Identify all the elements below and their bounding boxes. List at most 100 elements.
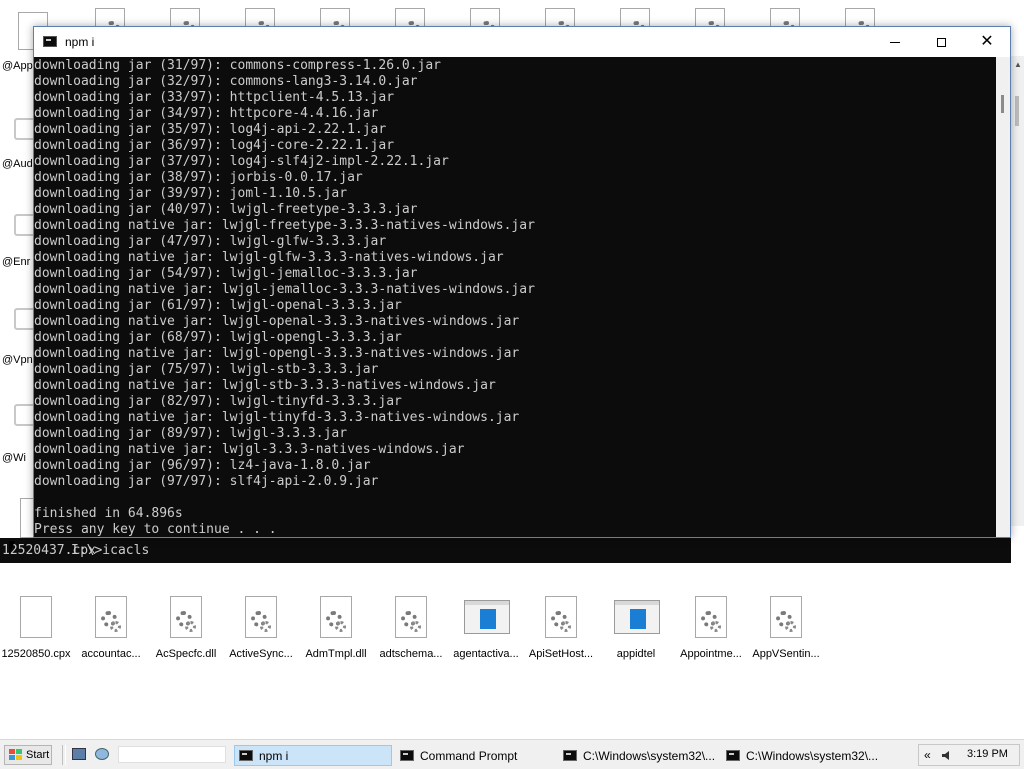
desktop-icon[interactable]: accountac... [75, 596, 147, 666]
console-line: downloading native jar: lwjgl-tinyfd-3.3… [34, 410, 520, 425]
desktop-icon[interactable]: adtschema... [375, 596, 447, 666]
desktop-icon[interactable]: 12520850.cpx [0, 596, 72, 666]
gear-document-icon [95, 596, 127, 638]
gear-document-icon [695, 596, 727, 638]
console-line: downloading jar (34/97): httpcore-4.4.16… [34, 106, 379, 121]
taskbar: Start npm i Command Prompt C:\Windows\sy… [0, 739, 1024, 769]
scroll-up-icon[interactable]: ▲ [1014, 60, 1022, 69]
console-line: downloading jar (35/97): log4j-api-2.22.… [34, 122, 387, 137]
blank-document-icon [20, 596, 52, 638]
desktop-icon[interactable]: AppVSentin... [750, 596, 822, 666]
maximize-icon [936, 37, 946, 47]
start-button[interactable]: Start [4, 745, 52, 765]
gear-document-icon [395, 596, 427, 638]
console-app-icon [400, 750, 414, 761]
desktop-icon-label: ActiveSync... [229, 648, 293, 660]
console-line: downloading jar (54/97): lwjgl-jemalloc-… [34, 266, 418, 281]
desktop-icon-label: adtschema... [379, 648, 443, 660]
gear-document-icon [170, 596, 202, 638]
console-line: downloading native jar: lwjgl-stb-3.3.3-… [34, 378, 496, 393]
desktop-icon[interactable]: ActiveSync... [225, 596, 297, 666]
window-app-icon [614, 600, 660, 634]
desktop-left-icon-column: @App @Aud @Enr @Vpn @Wi [0, 0, 36, 560]
task-command-prompt[interactable]: Command Prompt [396, 745, 554, 766]
tray-expand-button[interactable]: « [924, 748, 931, 762]
task-system32-1[interactable]: C:\Windows\system32\... [559, 745, 719, 766]
console-scroll-thumb[interactable] [1001, 95, 1004, 113]
console-line: downloading jar (61/97): lwjgl-openal-3.… [34, 298, 402, 313]
windows-logo-icon [9, 749, 23, 761]
task-npm-i[interactable]: npm i [234, 745, 392, 766]
close-icon: ✕ [980, 33, 994, 50]
background-console-window[interactable]: 12520437.cpx I:\>icacls [0, 538, 1011, 563]
minimize-icon [890, 41, 900, 43]
console-line: downloading jar (96/97): lz4-java-1.8.0.… [34, 458, 371, 473]
desktop-icon-label: ApiSetHost... [528, 648, 594, 660]
console-line: downloading jar (39/97): joml-1.10.5.jar [34, 186, 348, 201]
console-line: finished in 64.896s [34, 506, 183, 521]
gear-document-icon [245, 596, 277, 638]
console-scrollbar[interactable] [996, 57, 1010, 537]
task-label: C:\Windows\system32\... [746, 748, 879, 763]
taskbar-separator [62, 745, 66, 765]
console-titlebar[interactable]: npm i ✕ [34, 27, 1010, 57]
address-toolbar-input[interactable] [118, 746, 226, 763]
maximize-button[interactable] [918, 27, 964, 57]
console-line: downloading jar (97/97): slf4j-api-2.0.9… [34, 474, 379, 489]
console-app-icon [726, 750, 740, 761]
desktop-icon-label: AppVSentin... [752, 648, 820, 660]
window-app-icon [464, 600, 510, 634]
explorer-icon[interactable] [95, 748, 109, 760]
desktop-icon[interactable]: ApiSetHost... [525, 596, 597, 666]
desktop-icon[interactable]: appidtel [600, 596, 672, 666]
console-line: downloading jar (36/97): log4j-core-2.22… [34, 138, 395, 153]
background-window-scrollbar[interactable]: ▲ [1011, 56, 1024, 526]
console-line: Press any key to continue . . . [34, 522, 277, 537]
task-label: C:\Windows\system32\... [583, 748, 716, 763]
clock[interactable]: 3:19 PM [967, 748, 1008, 760]
console-line: downloading jar (38/97): jorbis-0.0.17.j… [34, 170, 363, 185]
console-line: downloading native jar: lwjgl-jemalloc-3… [34, 282, 535, 297]
system-tray: « 3:19 PM [918, 744, 1020, 766]
console-line: downloading native jar: lwjgl-glfw-3.3.3… [34, 250, 504, 265]
desktop-icon-label: Appointme... [680, 648, 742, 660]
console-output[interactable]: downloading jar (31/97): commons-compres… [34, 57, 996, 537]
console-line: downloading native jar: lwjgl-freetype-3… [34, 218, 535, 233]
console-line: downloading jar (68/97): lwjgl-opengl-3.… [34, 330, 402, 345]
console-window[interactable]: npm i ✕ downloading jar (31/97): commons… [33, 26, 1011, 538]
desktop-icon-label: AcSpecfc.dll [155, 648, 217, 660]
console-line: downloading jar (33/97): httpclient-4.5.… [34, 90, 395, 105]
gear-document-icon [320, 596, 352, 638]
console-line: downloading native jar: lwjgl-opengl-3.3… [34, 346, 520, 361]
show-desktop-icon[interactable] [72, 748, 86, 760]
desktop-icon[interactable]: agentactiva... [450, 596, 522, 666]
minimize-button[interactable] [872, 27, 918, 57]
desktop-icon-label: AdmTmpl.dll [305, 648, 367, 660]
start-label: Start [26, 749, 50, 761]
desktop-icon-label: accountac... [81, 648, 141, 660]
background-console-prompt: I:\>icacls [71, 543, 150, 558]
console-app-icon [563, 750, 577, 761]
desktop-icon[interactable]: Appointme... [675, 596, 747, 666]
desktop-icon[interactable]: AdmTmpl.dll [300, 596, 372, 666]
console-line: downloading jar (32/97): commons-lang3-3… [34, 74, 418, 89]
console-line: downloading jar (31/97): commons-compres… [34, 58, 441, 73]
console-line: downloading jar (37/97): log4j-slf4j2-im… [34, 154, 449, 169]
desktop-icon-label: agentactiva... [453, 648, 519, 660]
desktop-icon-label: appidtel [616, 648, 656, 660]
scroll-thumb[interactable] [1015, 96, 1019, 126]
desktop-icon-label: 12520850.cpx [1, 648, 71, 660]
console-title: npm i [65, 35, 95, 49]
console-app-icon [239, 750, 253, 761]
close-button[interactable]: ✕ [964, 27, 1010, 57]
mouse-cursor-icon [9, 541, 15, 555]
console-line: downloading native jar: lwjgl-openal-3.3… [34, 314, 520, 329]
console-line: downloading jar (47/97): lwjgl-glfw-3.3.… [34, 234, 387, 249]
gear-document-icon [545, 596, 577, 638]
speaker-icon[interactable] [941, 750, 953, 761]
desktop-icon[interactable]: AcSpecfc.dll [150, 596, 222, 666]
console-line: downloading jar (40/97): lwjgl-freetype-… [34, 202, 418, 217]
task-system32-2[interactable]: C:\Windows\system32\... [722, 745, 882, 766]
console-line: downloading jar (75/97): lwjgl-stb-3.3.3… [34, 362, 379, 377]
console-line: downloading jar (89/97): lwjgl-3.3.3.jar [34, 426, 348, 441]
